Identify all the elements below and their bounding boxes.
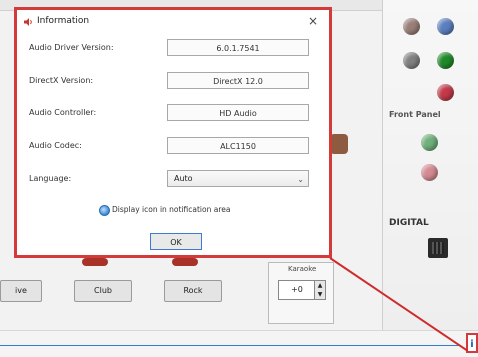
language-value: Auto [174, 174, 193, 183]
directx-version-label: DirectX Version: [29, 76, 94, 85]
language-select[interactable]: Auto ⌄ [167, 170, 309, 187]
karaoke-value-field[interactable]: +0 [278, 280, 316, 300]
preset-rock-button[interactable]: Rock [164, 280, 222, 302]
digital-port-icon[interactable] [428, 238, 448, 258]
jack-front-2[interactable] [421, 164, 438, 181]
karaoke-stepper[interactable]: ▲ ▼ [314, 280, 326, 300]
driver-version-label: Audio Driver Version: [29, 43, 114, 52]
audio-controller-label: Audio Controller: [29, 108, 97, 117]
jack-rear-1[interactable] [403, 18, 420, 35]
audio-controller-value: HD Audio [167, 104, 309, 121]
jack-rear-5[interactable] [437, 84, 454, 101]
dialog-title: Information [37, 16, 90, 26]
language-label: Language: [29, 174, 72, 183]
directx-version-value: DirectX 12.0 [167, 72, 309, 89]
dialog-titlebar: Information × [17, 10, 329, 34]
audio-codec-label: Audio Codec: [29, 141, 82, 150]
equalizer-graphic-right [172, 258, 198, 266]
audio-codec-value: ALC1150 [167, 137, 309, 154]
equalizer-graphic-left [82, 258, 108, 266]
preset-club-button[interactable]: Club [74, 280, 132, 302]
speaker-graphic [330, 134, 348, 154]
close-icon[interactable]: × [305, 13, 321, 29]
jack-panel: Front Panel DIGITAL [382, 0, 478, 336]
status-divider [0, 345, 460, 346]
chevron-down-icon: ⌄ [297, 175, 304, 184]
speaker-icon [24, 18, 32, 26]
karaoke-label: Karaoke [288, 265, 317, 273]
jack-rear-2[interactable] [437, 18, 454, 35]
jack-rear-3[interactable] [403, 52, 420, 69]
front-panel-label: Front Panel [389, 110, 441, 119]
status-bar [0, 330, 478, 357]
display-icon-toggle[interactable] [99, 205, 110, 216]
preset-live-button[interactable]: ive [0, 280, 42, 302]
information-dialog: Information × Audio Driver Version: 6.0.… [14, 7, 332, 258]
jack-front-1[interactable] [421, 134, 438, 151]
driver-version-value: 6.0.1.7541 [167, 39, 309, 56]
digital-label: DIGITAL [389, 218, 429, 228]
ok-button[interactable]: OK [150, 233, 202, 250]
jack-rear-4[interactable] [437, 52, 454, 69]
display-icon-label: Display icon in notification area [112, 205, 231, 214]
